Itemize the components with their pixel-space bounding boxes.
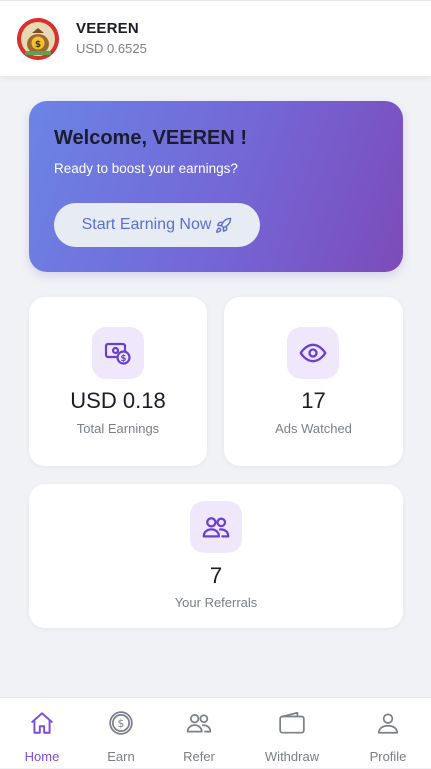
nav-profile[interactable]: Profile (353, 698, 423, 769)
home-icon (31, 712, 53, 734)
referrals-value: 7 (209, 563, 223, 588)
avatar[interactable]: $ (17, 18, 59, 60)
ads-watched-card: 17 Ads Watched (224, 297, 403, 466)
referrals-label: Your Referrals (174, 595, 258, 610)
user-balance: USD 0.6525 (76, 41, 147, 56)
users-icon-box (190, 501, 242, 553)
nav-earn[interactable]: $ Earn (86, 698, 156, 769)
start-earning-button[interactable]: Start Earning Now (54, 203, 260, 247)
money-icon: $ (104, 342, 131, 365)
start-earning-label: Start Earning Now (81, 216, 212, 233)
total-earnings-value: USD 0.18 (70, 388, 166, 413)
app-header: $ VEEREN USD 0.6525 (0, 0, 431, 76)
ads-watched-label: Ads Watched (275, 421, 352, 436)
users-icon (186, 714, 212, 733)
referrals-card: 7 Your Referrals (29, 484, 403, 628)
nav-withdraw[interactable]: Withdraw (257, 698, 327, 769)
nav-refer-label: Refer (183, 749, 215, 764)
svg-text:$: $ (118, 717, 125, 730)
total-earnings-card: $ USD 0.18 Total Earnings (29, 297, 207, 466)
nav-refer[interactable]: Refer (164, 698, 234, 769)
money-icon-box: $ (92, 327, 144, 379)
ads-watched-value: 17 (301, 388, 326, 413)
welcome-title: Welcome, VEEREN ! (54, 127, 248, 149)
users-icon (202, 517, 230, 538)
svg-text:$: $ (35, 40, 41, 50)
eye-icon (299, 343, 327, 363)
wallet-icon (279, 711, 305, 734)
user-icon (377, 713, 399, 734)
nav-profile-label: Profile (369, 749, 407, 764)
money-bag-icon: $ (17, 18, 59, 60)
bottom-nav: Home $ Earn Refer Withdraw Profile (0, 697, 431, 768)
nav-home-label: Home (24, 749, 60, 764)
nav-home[interactable]: Home (7, 698, 77, 769)
dollar-circle-icon: $ (109, 711, 133, 735)
nav-withdraw-label: Withdraw (264, 749, 320, 764)
svg-text:$: $ (121, 354, 127, 364)
eye-icon-box (287, 327, 339, 379)
user-name: VEEREN (76, 20, 139, 37)
welcome-subtitle: Ready to boost your earnings? (54, 161, 238, 176)
rocket-icon (216, 217, 232, 233)
welcome-card: Welcome, VEEREN ! Ready to boost your ea… (29, 101, 403, 272)
nav-earn-label: Earn (107, 749, 135, 764)
total-earnings-label: Total Earnings (76, 421, 160, 436)
